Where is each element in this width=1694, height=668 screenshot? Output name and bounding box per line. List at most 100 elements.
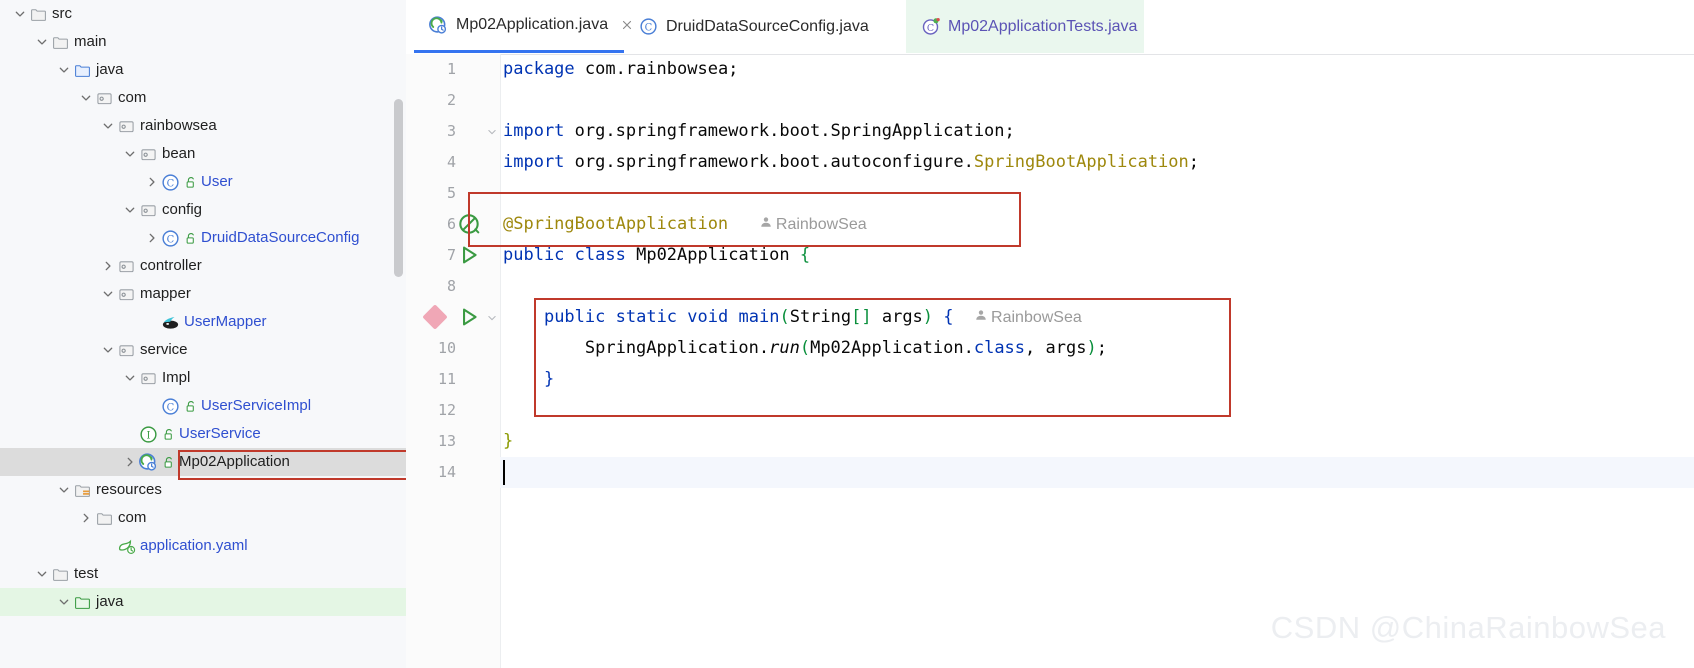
- tree-node-label: resources: [96, 481, 162, 498]
- code-line-13[interactable]: }: [500, 426, 1694, 457]
- code-fold-marker[interactable]: [486, 125, 498, 137]
- editor-tab-bar: Mp02Application.java C DruidDataSourceConf…: [406, 0, 1694, 55]
- code-line-11[interactable]: }: [500, 364, 1694, 395]
- code-line-12[interactable]: [500, 395, 1694, 426]
- tree-node-userservice[interactable]: I UserService: [0, 420, 406, 448]
- code-line-2[interactable]: [500, 85, 1694, 116]
- chevron-down-icon[interactable]: [122, 140, 138, 168]
- code-fold-marker[interactable]: [486, 311, 498, 323]
- gutter-line: 13: [406, 426, 500, 457]
- chevron-down-icon[interactable]: [78, 84, 94, 112]
- tree-node-resources[interactable]: resources: [0, 476, 406, 504]
- chevron-down-icon[interactable]: [122, 196, 138, 224]
- svg-text:C: C: [166, 402, 174, 413]
- tree-node-com[interactable]: com: [0, 84, 406, 112]
- tree-node-label: main: [74, 33, 107, 50]
- chevron-down-icon[interactable]: [122, 364, 138, 392]
- tree-expander[interactable]: [144, 392, 160, 420]
- editor-gutter[interactable]: 1 2 3 4 5 6 7 8 10 11 12 13 14: [406, 54, 501, 668]
- tree-node-userserviceimpl[interactable]: C UserServiceImpl: [0, 392, 406, 420]
- tree-node-mapper[interactable]: mapper: [0, 280, 406, 308]
- tree-expander[interactable]: [100, 532, 116, 560]
- chevron-down-icon[interactable]: [56, 476, 72, 504]
- chevron-right-icon[interactable]: [100, 252, 116, 280]
- chevron-right-icon[interactable]: [144, 224, 160, 252]
- code-line-1[interactable]: package com.rainbowsea;: [500, 54, 1694, 85]
- tree-node-bean[interactable]: bean: [0, 140, 406, 168]
- tree-node-java[interactable]: java: [0, 588, 406, 616]
- editor-tab-label: Mp02Application.java: [456, 16, 609, 33]
- code-editor[interactable]: package com.rainbowsea; import org.spring…: [500, 54, 1694, 668]
- gutter-line: 14: [406, 457, 500, 488]
- line-number: 10: [437, 339, 456, 357]
- tree-node-com[interactable]: com: [0, 504, 406, 532]
- editor-tab-label: DruidDataSourceConfig.java: [666, 17, 869, 35]
- tree-expander[interactable]: [122, 420, 138, 448]
- chevron-down-icon[interactable]: [12, 0, 28, 28]
- code-line-5[interactable]: [500, 178, 1694, 209]
- editor-tab-mp02application-java[interactable]: Mp02Application.java: [414, 0, 632, 53]
- folder-icon: [28, 0, 48, 28]
- code-line-14[interactable]: [500, 457, 1694, 488]
- gutter-line: 11: [406, 364, 500, 395]
- test-source-folder-icon: [72, 588, 92, 616]
- code-line-9[interactable]: public static void main(String[] args) {…: [500, 302, 1694, 333]
- editor-tab-druiddatasourceconfig-java[interactable]: C DruidDataSourceConfig.java: [624, 0, 906, 53]
- tree-node-label: bean: [162, 145, 196, 162]
- lock-icon: [162, 427, 176, 442]
- code-line-8[interactable]: [500, 271, 1694, 302]
- tree-node-test[interactable]: test: [0, 560, 406, 588]
- chevron-right-icon[interactable]: [122, 448, 138, 476]
- code-line-6[interactable]: @SpringBootApplication RainbowSea: [500, 209, 1694, 240]
- tree-node-user[interactable]: C User: [0, 168, 406, 196]
- project-tool-window[interactable]: src main java com rainbowsea bean C User config C…: [0, 0, 407, 668]
- ide-window: src main java com rainbowsea bean C User config C…: [0, 0, 1694, 668]
- code-author-inlay-hint: RainbowSea: [974, 309, 1082, 326]
- editor-tab-mp02applicationtests-java[interactable]: C Mp02ApplicationTests.java: [906, 0, 1144, 53]
- tree-node-config[interactable]: config: [0, 196, 406, 224]
- tree-node-impl[interactable]: Impl: [0, 364, 406, 392]
- tree-node-mp02application[interactable]: Mp02Application: [0, 448, 406, 476]
- chevron-down-icon[interactable]: [34, 28, 50, 56]
- chevron-down-icon[interactable]: [100, 336, 116, 364]
- package-icon: [116, 336, 136, 364]
- tree-node-application-yaml[interactable]: application.yaml: [0, 532, 406, 560]
- chevron-down-icon[interactable]: [100, 280, 116, 308]
- spring-bean-icon[interactable]: [458, 213, 482, 237]
- tree-node-rainbowsea[interactable]: rainbowsea: [0, 112, 406, 140]
- project-tree-scrollbar[interactable]: [394, 99, 403, 277]
- tree-node-usermapper[interactable]: UserMapper: [0, 308, 406, 336]
- tree-node-label: rainbowsea: [140, 117, 217, 134]
- lock-icon: [184, 231, 198, 246]
- chevron-down-icon[interactable]: [56, 588, 72, 616]
- tree-node-service[interactable]: service: [0, 336, 406, 364]
- code-line-10[interactable]: SpringApplication.run(Mp02Application.cl…: [500, 333, 1694, 364]
- gutter-line: [406, 302, 500, 333]
- code-line-3[interactable]: import org.springframework.boot.SpringAp…: [500, 116, 1694, 147]
- run-gutter-icon[interactable]: [458, 244, 482, 268]
- tree-node-label: com: [118, 89, 147, 106]
- chevron-right-icon[interactable]: [144, 168, 160, 196]
- tree-expander[interactable]: [144, 308, 160, 336]
- tree-node-src[interactable]: src: [0, 0, 406, 28]
- tree-node-druiddatasourceconfig[interactable]: C DruidDataSourceConfig: [0, 224, 406, 252]
- chevron-down-icon[interactable]: [56, 56, 72, 84]
- chevron-down-icon[interactable]: [100, 112, 116, 140]
- gutter-line: 7: [406, 240, 500, 271]
- gutter-line: 2: [406, 85, 500, 116]
- tree-node-label: com: [118, 509, 147, 526]
- code-line-7[interactable]: public class Mp02Application {: [500, 240, 1694, 271]
- package-icon: [116, 280, 136, 308]
- run-gutter-icon[interactable]: [458, 306, 482, 330]
- package-icon: [116, 252, 136, 280]
- java-test-class-icon: C: [920, 17, 940, 37]
- code-line-4[interactable]: import org.springframework.boot.autoconf…: [500, 147, 1694, 178]
- chevron-right-icon[interactable]: [78, 504, 94, 532]
- breakpoint-icon[interactable]: [422, 304, 450, 332]
- line-number: 11: [437, 370, 456, 388]
- chevron-down-icon[interactable]: [34, 560, 50, 588]
- tree-node-controller[interactable]: controller: [0, 252, 406, 280]
- tree-node-java[interactable]: java: [0, 56, 406, 84]
- tree-node-label: java: [96, 61, 124, 78]
- tree-node-main[interactable]: main: [0, 28, 406, 56]
